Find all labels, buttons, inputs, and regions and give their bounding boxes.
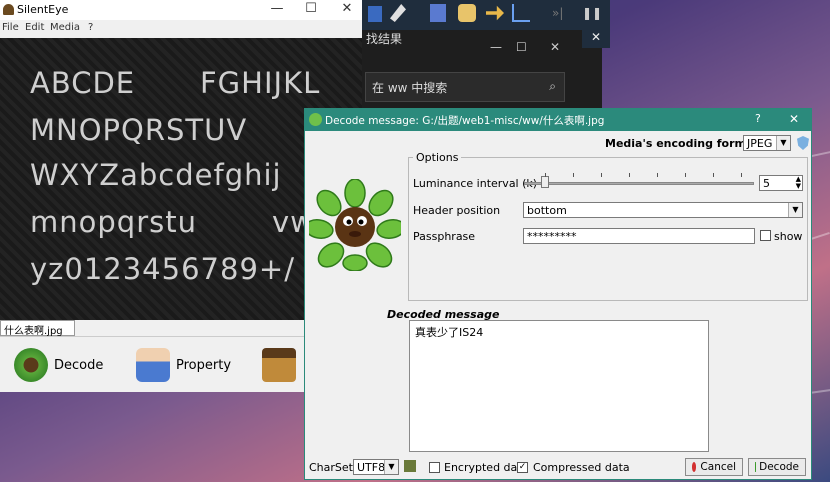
charset-value: UTF8 <box>357 461 386 474</box>
slider-handle[interactable] <box>541 176 549 188</box>
header-position-select[interactable]: bottom ▼ <box>523 202 803 218</box>
image-text-line: FGHIJKL <box>200 66 321 100</box>
background-window-title: 找结果 <box>366 32 403 46</box>
app-icon <box>309 113 322 126</box>
decode-icon <box>14 348 48 382</box>
property-button[interactable]: Property <box>136 347 231 383</box>
close-button[interactable]: ✕ <box>332 0 362 20</box>
arrows-icon[interactable] <box>486 5 504 21</box>
dialog-bottom-bar: CharSet: UTF8 ▼ Encrypted data ✓ Compres… <box>305 456 811 480</box>
background-window-controls: — ☐ ✕ <box>490 40 580 58</box>
menu-bar: File Edit Media ? <box>0 20 362 36</box>
calculator-icon[interactable] <box>430 4 446 22</box>
maximize-button[interactable]: ☐ <box>296 0 326 20</box>
minimize-icon[interactable]: — <box>490 40 502 54</box>
charset-select[interactable]: UTF8 ▼ <box>353 459 399 475</box>
chevron-down-icon: ▼ <box>788 203 802 217</box>
slider-tick <box>573 173 574 177</box>
chevron-down-icon: ▼ <box>776 136 790 150</box>
charset-label: CharSet: <box>309 461 357 474</box>
compressed-checkbox[interactable]: ✓ <box>517 462 528 473</box>
slider-tick <box>685 173 686 177</box>
close-icon[interactable]: ✕ <box>550 40 560 54</box>
decode-button-label: Decode <box>54 357 104 373</box>
app-icon <box>3 4 14 15</box>
maximize-icon[interactable]: ☐ <box>516 40 527 54</box>
luminance-spinbox[interactable]: 5 ▲ ▼ <box>759 175 803 191</box>
slider-tick <box>741 173 742 177</box>
cancel-icon <box>692 462 697 472</box>
show-checkbox[interactable] <box>760 230 771 241</box>
decode-button[interactable]: Decode <box>14 347 103 383</box>
chest-icon <box>262 348 296 382</box>
format-select[interactable]: JPEG ▼ <box>743 135 791 151</box>
pause-icon[interactable]: ❚❚ <box>582 6 602 20</box>
dialog-title: Decode message: G:/出题/web1-misc/ww/什么表啊.… <box>325 115 605 127</box>
spin-arrows-icon[interactable]: ▲ ▼ <box>796 176 801 190</box>
file-tab[interactable]: 什么表啊.jpg <box>0 320 75 337</box>
luminance-slider[interactable] <box>524 182 754 185</box>
decode-button[interactable]: Decode <box>748 458 806 476</box>
close-button[interactable]: ✕ <box>789 112 799 126</box>
decode-dialog: Decode message: G:/出题/web1-misc/ww/什么表啊.… <box>304 108 812 480</box>
passphrase-value: ********* <box>527 230 577 243</box>
slider-tick <box>601 173 602 177</box>
image-text-line: MNOPQRSTUV <box>30 113 248 147</box>
show-label: show <box>774 230 803 243</box>
menu-edit[interactable]: Edit <box>25 22 44 33</box>
passphrase-label: Passphrase <box>413 230 476 243</box>
slider-tick <box>545 173 546 177</box>
brush-icon[interactable] <box>390 4 406 22</box>
hand-icon[interactable] <box>458 4 476 22</box>
title-bar: SilentEye — ☐ ✕ <box>0 0 362 20</box>
decoded-message-text: 真表少了IS24 <box>415 326 484 339</box>
dialog-title-bar: Decode message: G:/出题/web1-misc/ww/什么表啊.… <box>305 109 811 131</box>
property-button-label: Property <box>176 357 232 373</box>
decoded-message-textarea[interactable]: 真表少了IS24 <box>409 320 709 452</box>
chart-icon[interactable] <box>512 4 530 22</box>
mascot-icon <box>304 178 406 272</box>
passphrase-field[interactable]: ********* <box>523 228 755 244</box>
slider-tick <box>657 173 658 177</box>
image-text-line: yz0123456789+/ <box>30 252 295 286</box>
chevron-down-icon: ▼ <box>384 460 398 474</box>
menu-file[interactable]: File <box>2 22 19 33</box>
window-title: SilentEye <box>17 3 69 16</box>
image-text-line: ABCDE <box>30 66 136 100</box>
archive-button[interactable] <box>262 347 296 383</box>
header-position-label: Header position <box>413 204 501 217</box>
slider-tick <box>629 173 630 177</box>
luminance-value: 5 <box>763 177 770 190</box>
encrypted-checkbox[interactable] <box>429 462 440 473</box>
image-text-line: mnopqrstu <box>30 205 197 239</box>
encrypted-label: Encrypted data <box>444 461 529 474</box>
compressed-label: Compressed data <box>533 461 630 474</box>
luminance-label: Luminance interval (k) <box>413 177 538 190</box>
search-input-text: 在 ww 中搜索 <box>372 81 448 95</box>
search-input[interactable]: 在 ww 中搜索 ⌕ <box>365 72 565 102</box>
menu-help[interactable]: ? <box>88 22 93 33</box>
cancel-button-label: Cancel <box>700 461 736 473</box>
minimize-button[interactable]: — <box>262 0 292 20</box>
menu-media[interactable]: Media <box>50 22 80 33</box>
options-label: Options <box>413 151 462 164</box>
search-icon: ⌕ <box>549 79 556 93</box>
shield-icon[interactable] <box>797 136 809 150</box>
background-toolbar: »| ❚❚ <box>362 0 610 30</box>
skip-icon[interactable]: »| <box>552 6 563 20</box>
edit-icon[interactable] <box>404 460 416 472</box>
system-toolbar <box>600 0 830 28</box>
format-value: JPEG <box>747 137 773 150</box>
close-icon[interactable]: ✕ <box>582 30 610 48</box>
property-icon <box>136 348 170 382</box>
slider-tick <box>713 173 714 177</box>
cancel-button[interactable]: Cancel <box>685 458 743 476</box>
decode-button-label: Decode <box>759 461 799 473</box>
header-position-value: bottom <box>527 204 567 217</box>
grid-icon[interactable] <box>368 6 382 22</box>
image-text-line: WXYZabcdefghij <box>30 158 282 192</box>
help-button[interactable]: ? <box>755 112 761 125</box>
